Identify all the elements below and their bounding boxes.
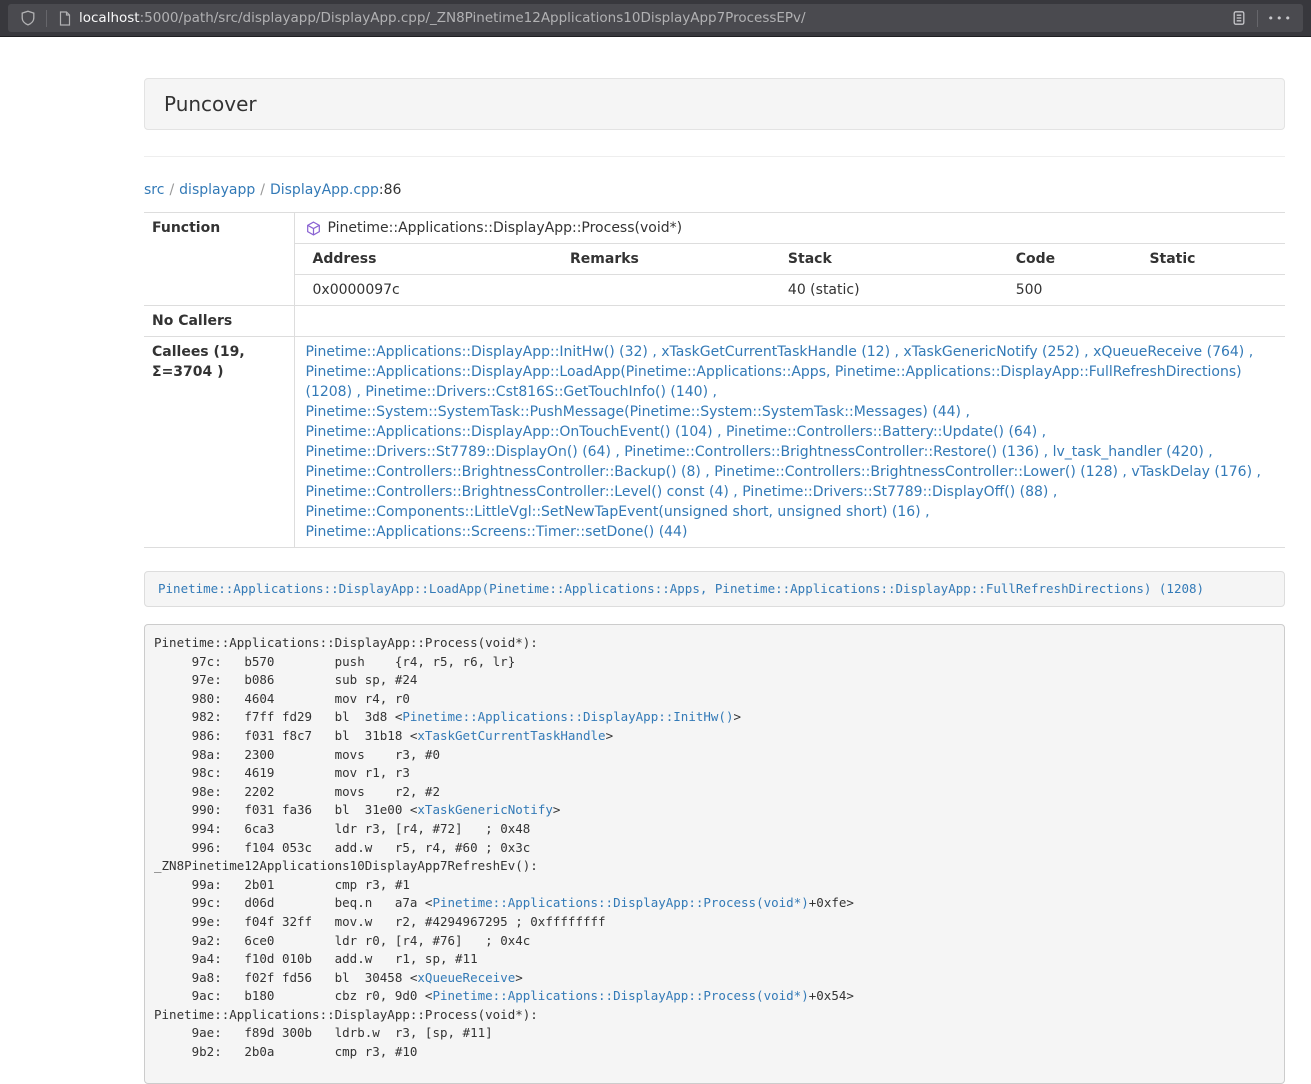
callee-link[interactable]: xQueueReceive (764): [1093, 344, 1244, 360]
assembly-symbol-link[interactable]: Pinetime::Applications::DisplayApp::Proc…: [432, 988, 808, 1003]
reader-mode-icon[interactable]: [1229, 8, 1249, 28]
function-name-line: Pinetime::Applications::DisplayApp::Proc…: [295, 213, 1286, 243]
callee-link[interactable]: Pinetime::Drivers::St7789::DisplayOff() …: [742, 484, 1048, 500]
breadcrumb-separator: /: [164, 182, 179, 198]
callee-link[interactable]: Pinetime::Drivers::St7789::DisplayOn() (…: [306, 444, 611, 460]
function-label: Function: [144, 213, 294, 306]
breadcrumb-line-number: :86: [379, 182, 402, 198]
breadcrumb: src/displayapp/DisplayApp.cpp:86: [144, 182, 1285, 198]
breadcrumb-separator: /: [255, 182, 270, 198]
assembly-symbol-link[interactable]: xQueueReceive: [417, 970, 515, 985]
breadcrumb-link-src[interactable]: src: [144, 182, 164, 198]
callee-link[interactable]: lv_task_handler (420): [1053, 444, 1204, 460]
urlbar-divider: [1257, 10, 1258, 27]
callees-list: Pinetime::Applications::DisplayApp::Init…: [294, 337, 1285, 548]
loadapp-symbol-link[interactable]: Pinetime::Applications::DisplayApp::Load…: [158, 581, 1204, 596]
callee-link[interactable]: xTaskGenericNotify (252): [903, 344, 1079, 360]
assembly-code: Pinetime::Applications::DisplayApp::Proc…: [144, 624, 1285, 1084]
assembly-symbol-link[interactable]: xTaskGetCurrentTaskHandle: [417, 728, 605, 743]
divider: [144, 156, 1285, 157]
breadcrumb-link-file[interactable]: DisplayApp.cpp: [270, 182, 379, 198]
col-code: Code: [998, 244, 1132, 275]
url-path[interactable]: :5000/path/src/displayapp/DisplayApp.cpp…: [140, 10, 806, 26]
breadcrumb-link-displayapp[interactable]: displayapp: [179, 182, 255, 198]
url-bar[interactable]: localhost:5000/path/src/displayapp/Displ…: [8, 4, 1303, 32]
col-address: Address: [295, 244, 553, 275]
callee-link[interactable]: Pinetime::Controllers::Battery::Update()…: [726, 424, 1037, 440]
url-text[interactable]: localhost:5000/path/src/displayapp/Displ…: [79, 10, 1229, 26]
callees-label: Callees (19, Σ=3704 ): [144, 337, 294, 548]
callee-link[interactable]: Pinetime::Components::LittleVgl::SetNewT…: [306, 504, 921, 520]
url-host[interactable]: localhost: [79, 10, 140, 26]
callee-link[interactable]: Pinetime::Applications::Screens::Timer::…: [306, 524, 688, 540]
shield-icon[interactable]: [18, 8, 38, 28]
callee-link[interactable]: Pinetime::System::SystemTask::PushMessag…: [306, 404, 962, 420]
callee-link[interactable]: xTaskGetCurrentTaskHandle (12): [661, 344, 890, 360]
function-row: Function Pinetime::Applications::Display…: [144, 213, 1285, 306]
col-stack: Stack: [770, 244, 998, 275]
callee-link[interactable]: Pinetime::Applications::DisplayApp::OnTo…: [306, 424, 713, 440]
callee-link[interactable]: Pinetime::Drivers::Cst816S::GetTouchInfo…: [365, 384, 708, 400]
value-stack: 40 (static): [770, 275, 998, 306]
value-code: 500: [998, 275, 1132, 306]
page-actions-icon[interactable]: •••: [1268, 12, 1293, 25]
callers-empty-cell: [294, 306, 1285, 337]
assembly-symbol-link[interactable]: xTaskGenericNotify: [417, 802, 552, 817]
callees-row: Callees (19, Σ=3704 ) Pinetime::Applicat…: [144, 337, 1285, 548]
col-remarks: Remarks: [552, 244, 770, 275]
urlbar-divider: [46, 10, 47, 27]
symbol-cube-icon: [306, 221, 321, 236]
value-static: [1131, 275, 1285, 306]
stats-value-row: 0x0000097c 40 (static) 500: [295, 275, 1286, 306]
stats-header-row: Address Remarks Stack Code Static: [295, 244, 1286, 275]
callee-link[interactable]: Pinetime::Controllers::BrightnessControl…: [714, 464, 1118, 480]
callee-link[interactable]: Pinetime::Controllers::BrightnessControl…: [306, 484, 729, 500]
callers-row: No Callers: [144, 306, 1285, 337]
assembly-symbol-link[interactable]: Pinetime::Applications::DisplayApp::Proc…: [432, 895, 808, 910]
main-content: Puncover src/displayapp/DisplayApp.cpp:8…: [144, 78, 1285, 1084]
callee-link[interactable]: Pinetime::Controllers::BrightnessControl…: [624, 444, 1039, 460]
page-title-text[interactable]: Puncover: [164, 92, 257, 116]
value-address: 0x0000097c: [295, 275, 553, 306]
function-stats-table: Address Remarks Stack Code Static 0x0000…: [295, 243, 1286, 305]
page-proxy-icon[interactable]: [55, 8, 75, 28]
page-title[interactable]: Puncover: [144, 78, 1285, 130]
col-static: Static: [1131, 244, 1285, 275]
function-name: Pinetime::Applications::DisplayApp::Proc…: [328, 218, 683, 238]
symbol-table: Function Pinetime::Applications::Display…: [144, 212, 1285, 548]
assembly-symbol-link[interactable]: Pinetime::Applications::DisplayApp::Init…: [402, 709, 733, 724]
value-remarks: [552, 275, 770, 306]
browser-toolbar: localhost:5000/path/src/displayapp/Displ…: [0, 0, 1311, 37]
callee-link[interactable]: vTaskDelay (176): [1131, 464, 1252, 480]
code-panel-heading: Pinetime::Applications::DisplayApp::Load…: [144, 571, 1285, 607]
callee-link[interactable]: Pinetime::Controllers::BrightnessControl…: [306, 464, 701, 480]
callee-link[interactable]: Pinetime::Applications::DisplayApp::Init…: [306, 344, 648, 360]
no-callers-label: No Callers: [144, 306, 294, 337]
